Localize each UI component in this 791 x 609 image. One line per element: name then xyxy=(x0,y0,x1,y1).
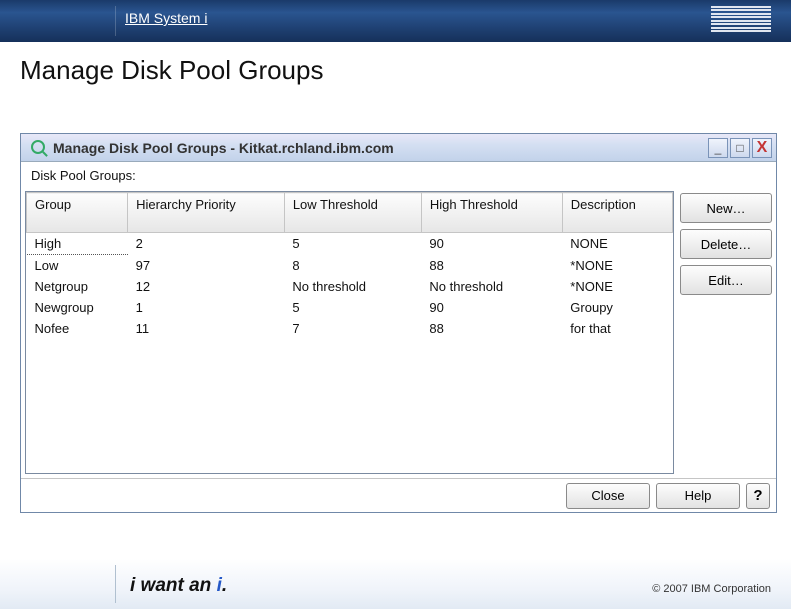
cell-desc: for that xyxy=(562,318,672,339)
table-row[interactable]: Low 97 8 88 *NONE xyxy=(27,255,673,277)
cell-hierarchy: 12 xyxy=(128,276,285,297)
help-context-button[interactable]: ? xyxy=(746,483,770,509)
close-window-button[interactable]: X xyxy=(752,138,772,158)
cell-desc: NONE xyxy=(562,233,672,255)
cell-hierarchy: 97 xyxy=(128,255,285,277)
tagline: i want an i. xyxy=(130,575,227,597)
cell-group: Low xyxy=(27,255,128,277)
header-divider xyxy=(115,6,116,36)
col-desc[interactable]: Description xyxy=(562,193,672,233)
cell-desc: *NONE xyxy=(562,255,672,277)
cell-group: Netgroup xyxy=(27,276,128,297)
slide-footer: i want an i. © 2007 IBM Corporation xyxy=(0,559,791,609)
cell-group: Nofee xyxy=(27,318,128,339)
cell-desc: *NONE xyxy=(562,276,672,297)
disk-pool-table: Group Hierarchy Priority Low Threshold H… xyxy=(26,192,673,339)
col-hierarchy[interactable]: Hierarchy Priority xyxy=(128,193,285,233)
cell-low: 5 xyxy=(284,297,421,318)
table-row[interactable]: Nofee 11 7 88 for that xyxy=(27,318,673,339)
titlebar[interactable]: Manage Disk Pool Groups - Kitkat.rchland… xyxy=(21,134,776,162)
table-header-row: Group Hierarchy Priority Low Threshold H… xyxy=(27,193,673,233)
new-button[interactable]: New… xyxy=(680,193,772,223)
cell-group: High xyxy=(27,233,128,255)
window-title: Manage Disk Pool Groups - Kitkat.rchland… xyxy=(53,140,708,156)
maximize-icon: □ xyxy=(736,141,743,155)
copyright: © 2007 IBM Corporation xyxy=(652,583,771,595)
app-search-icon xyxy=(31,140,47,156)
delete-button[interactable]: Delete… xyxy=(680,229,772,259)
content-area: Group Hierarchy Priority Low Threshold H… xyxy=(21,187,776,478)
cell-high: 90 xyxy=(421,233,562,255)
cell-high: 88 xyxy=(421,318,562,339)
side-buttons: New… Delete… Edit… xyxy=(680,191,772,474)
cell-high: 88 xyxy=(421,255,562,277)
brand-text: IBM System i xyxy=(125,10,207,26)
list-label: Disk Pool Groups: xyxy=(21,162,776,187)
minimize-button[interactable]: _ xyxy=(708,138,728,158)
page-title: Manage Disk Pool Groups xyxy=(20,55,323,86)
cell-hierarchy: 11 xyxy=(128,318,285,339)
bottom-bar: Close Help ? xyxy=(21,478,776,512)
window-controls: _ □ X xyxy=(708,138,772,158)
cell-group: Newgroup xyxy=(27,297,128,318)
ibm-logo xyxy=(711,6,771,32)
edit-button[interactable]: Edit… xyxy=(680,265,772,295)
table-row[interactable]: Newgroup 1 5 90 Groupy xyxy=(27,297,673,318)
col-group[interactable]: Group xyxy=(27,193,128,233)
cell-low: 7 xyxy=(284,318,421,339)
app-window: Manage Disk Pool Groups - Kitkat.rchland… xyxy=(20,133,777,513)
cell-high: No threshold xyxy=(421,276,562,297)
maximize-button[interactable]: □ xyxy=(730,138,750,158)
table-row[interactable]: High 2 5 90 NONE xyxy=(27,233,673,255)
col-high[interactable]: High Threshold xyxy=(421,193,562,233)
cell-hierarchy: 2 xyxy=(128,233,285,255)
cell-hierarchy: 1 xyxy=(128,297,285,318)
cell-low: No threshold xyxy=(284,276,421,297)
tagline-prefix: i want an xyxy=(130,575,217,596)
col-low[interactable]: Low Threshold xyxy=(284,193,421,233)
cell-high: 90 xyxy=(421,297,562,318)
cell-desc: Groupy xyxy=(562,297,672,318)
cell-low: 8 xyxy=(284,255,421,277)
table-row[interactable]: Netgroup 12 No threshold No threshold *N… xyxy=(27,276,673,297)
help-button[interactable]: Help xyxy=(656,483,740,509)
cell-low: 5 xyxy=(284,233,421,255)
close-icon: X xyxy=(757,139,768,157)
footer-divider xyxy=(115,565,116,603)
tagline-suffix: . xyxy=(222,575,227,596)
close-button[interactable]: Close xyxy=(566,483,650,509)
table-wrapper: Group Hierarchy Priority Low Threshold H… xyxy=(25,191,674,474)
slide-header: IBM System i xyxy=(0,0,791,42)
minimize-icon: _ xyxy=(715,141,722,155)
